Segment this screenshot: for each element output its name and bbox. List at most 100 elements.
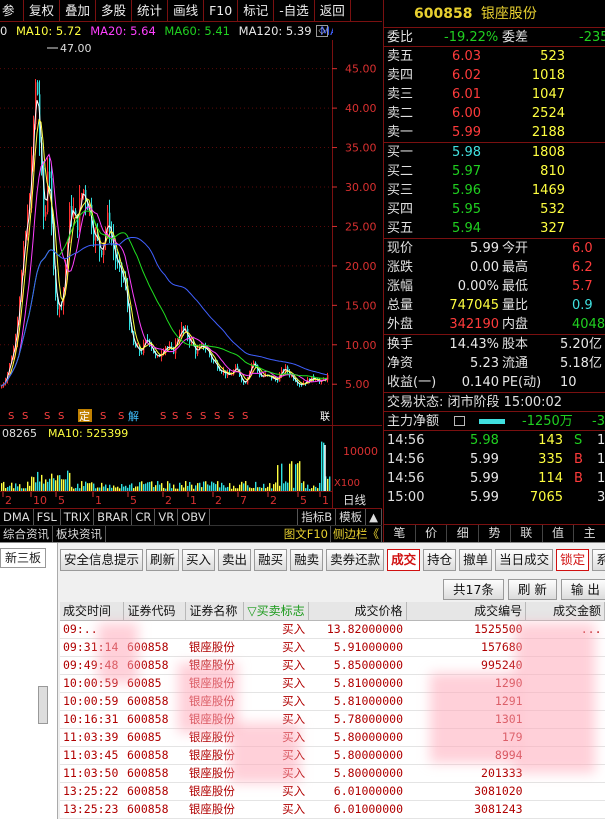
today-fills-button[interactable]: 当日成交 [495,549,554,571]
ma-legend-toggle-icon[interactable]: ◇ [316,25,328,37]
refresh-button[interactable]: 刷新 [146,549,180,571]
volume-bar [19,484,21,491]
share-value: 5.23 [470,356,499,371]
toolbar-item-back[interactable]: 返回 [315,0,351,22]
cancel-order-button[interactable]: 撤单 [459,549,493,571]
col-fill-price[interactable]: 成交价格 [308,602,407,621]
indicator-b-button[interactable]: 指标B [297,509,337,525]
volume-bar [33,477,35,491]
indicator-tab-trix[interactable]: TRIX [61,509,95,525]
table-cell: 10:16:31 [63,712,119,726]
kline-event-markers: S S S S S S S S S S S S S定解联 [8,47,330,423]
template-button[interactable]: 模板 [336,509,367,525]
sell-to-repay-button[interactable]: 卖券还款 [326,549,385,571]
volume-bar [301,482,303,491]
col-fill-id[interactable]: 成交编号 [406,602,527,621]
left-scrollbar[interactable] [38,686,48,724]
volume-bar [199,482,201,491]
toolbar-item-overlay[interactable]: 叠加 [60,0,97,22]
date-tick-label: 2 [165,494,172,507]
privacy-blur [230,723,300,783]
security-info-button[interactable]: 安全信息提示 [60,549,144,571]
indicator-collapse-icon[interactable]: ▲ [366,509,382,525]
margin-sell-button[interactable]: 融卖 [290,549,324,571]
indicator-tab-fsl[interactable]: FSL [34,509,61,525]
ma5-label: 0 [0,24,8,38]
quote-tab[interactable]: 价 [416,525,448,542]
volume-bar [201,487,203,491]
indicator-tab-cr[interactable]: CR [132,509,156,525]
volume-bar [11,482,13,491]
volume-bar [9,485,11,491]
volume-bar [329,476,331,491]
tick-volume: 7065 [529,490,563,505]
quote-tab[interactable]: 值 [543,525,575,542]
graphic-f10-button[interactable]: 图文F10 [282,526,331,542]
quote-tab[interactable]: 主 [574,525,605,542]
toolbar-item-params[interactable]: 参 [0,0,24,22]
quote-tab[interactable]: 联 [511,525,543,542]
margin-buy-button[interactable]: 融买 [254,549,288,571]
kline-y-tick-label: 30.00 [345,181,377,194]
positions-button[interactable]: 持仓 [423,549,457,571]
indicator-tab-dma[interactable]: DMA [0,509,34,525]
price-stats: 现价 5.99 今开 6.0 涨跌 0.00 最高 6.2 涨幅 0.00% 最低 5.7 总量 7470… [384,239,605,335]
table-refresh-button[interactable]: 刷 新 [507,579,557,600]
volume-bar [233,485,235,491]
col-fill-amount[interactable]: 成交金额 [525,602,605,621]
toolbar-item-restore-rights[interactable]: 复权 [24,0,61,22]
period-label[interactable]: 日线 [343,493,366,507]
kline-event-icon: S [200,411,206,422]
volume-chart[interactable]: 08265 MA10: 525399 10000 X100 日线 2 10 5 1 5 2… [0,425,382,508]
system-button[interactable]: 系统 [592,549,605,571]
table-row[interactable]: 13:25:22 600858 银座股份 买入 6.01000000 3081020 [60,783,605,801]
share-value: 5.20亿 [560,337,602,352]
toolbar-item-f10[interactable]: F10 [204,0,239,22]
info-tab-sector[interactable]: 板块资讯 [53,526,106,542]
date-tick-label: 10 [33,494,47,507]
volume-bar [271,488,273,491]
toolbar-item-multi-stock[interactable]: 多股 [96,0,133,22]
quote-tab[interactable]: 笔 [384,525,416,542]
share-value: 5.18亿 [560,356,602,371]
toolbar-item-remove-watchlist[interactable]: -自选 [274,0,315,22]
quote-tab[interactable]: 细 [447,525,480,542]
volume-bar [91,482,93,491]
volume-bar [295,464,297,491]
volume-bar [147,482,149,491]
indicator-tab-brar[interactable]: BRAR [94,509,133,525]
main-net-detail-icon[interactable] [454,416,465,426]
tab-new-third-board[interactable]: 新三板 [0,548,46,568]
volume-bar [209,485,211,491]
kline-event-icon: S [118,411,124,422]
sidebar-toggle-button[interactable]: 侧边栏《 [331,526,382,542]
lock-button[interactable]: 锁定 [556,549,590,571]
info-tab-comprehensive[interactable]: 综合资讯 [0,526,53,542]
table-row[interactable]: 13:25:23 600858 银座股份 买入 6.01000000 3081243 [60,801,605,819]
kline-chart[interactable]: 45.00 40.00 35.00 30.00 25.00 20.00 15.00 10.00… [0,40,382,425]
buy-orders: 买一 5.98 1808 买二 5.97 810 买三 5.96 1469 买四 5.95 532 买五… [384,143,605,239]
volume-bar [97,487,99,491]
toolbar-item-statistics[interactable]: 统计 [132,0,169,22]
volume-bars [1,441,331,491]
toolbar-item-mark[interactable]: 标记 [238,0,275,22]
sell-level-row: 卖二 6.00 2524 [384,104,605,123]
buy-level-price: 5.95 [452,202,481,217]
indicator-tab-vr[interactable]: VR [155,509,179,525]
buy-button[interactable]: 买入 [182,549,216,571]
indicator-tab-obv[interactable]: OBV [178,509,210,525]
volume-bar [105,484,107,491]
sell-button[interactable]: 卖出 [218,549,252,571]
filled-orders-button[interactable]: 成交 [387,549,421,571]
quote-tab[interactable]: 势 [479,525,511,542]
col-security-name[interactable]: 证券名称 [185,602,245,621]
toolbar-item-draw-line[interactable]: 画线 [168,0,205,22]
record-count: 共17条 [443,579,504,600]
table-cell: 银座股份 [188,784,235,798]
col-security-code[interactable]: 证券代码 [123,602,187,621]
col-fill-time[interactable]: 成交时间 [60,602,125,621]
stat-label: 外盘 [387,317,414,332]
volume-bar [167,481,169,491]
col-side[interactable]: ▽买卖标志 [243,602,309,621]
export-button[interactable]: 输 出 [560,579,605,600]
